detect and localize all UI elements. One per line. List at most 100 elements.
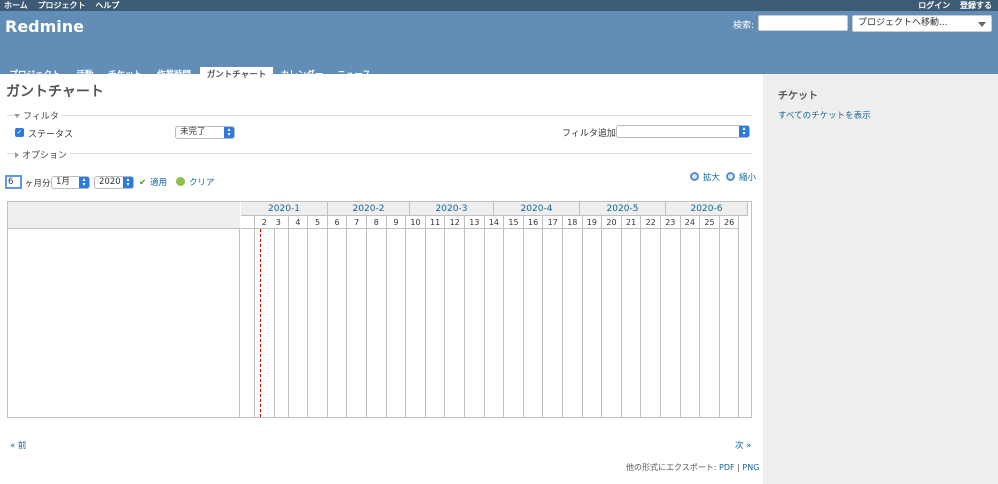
gantt-week-header: 6 xyxy=(327,216,348,229)
options-legend-label: オプション xyxy=(22,151,68,161)
apply-button[interactable]: ✔ 適用 xyxy=(139,176,167,188)
gantt-week-header: 11 xyxy=(425,216,446,229)
gantt-week-column xyxy=(504,229,524,417)
add-filter-select[interactable]: ▴ ▾ xyxy=(616,125,750,138)
gantt-week-column xyxy=(700,229,720,417)
sidebar-view-all-issues-link[interactable]: すべてのチケットを表示 xyxy=(778,109,871,121)
gantt-week-header: 22 xyxy=(641,216,661,229)
options-legend[interactable]: オプション xyxy=(15,148,71,161)
year-select-value: 2020 xyxy=(99,177,121,187)
filter-legend[interactable]: フィルタ xyxy=(14,109,62,122)
gantt-week-column xyxy=(602,229,622,417)
gantt-month-header[interactable]: 2020-5 xyxy=(580,202,666,216)
gantt-week-header xyxy=(241,216,255,229)
select-arrows-icon: ▴ ▾ xyxy=(224,127,234,138)
gantt-subjects-header xyxy=(8,202,240,229)
select-arrows-icon: ▴ ▾ xyxy=(79,177,89,188)
collapse-icon xyxy=(14,114,20,118)
status-operator-value: 未完了 xyxy=(180,127,206,137)
select-arrows-icon: ▴ ▾ xyxy=(123,177,133,188)
gantt-week-header: 25 xyxy=(700,216,720,229)
gantt-week-column xyxy=(445,229,465,417)
filter-legend-label: フィルタ xyxy=(23,112,59,122)
expand-icon xyxy=(15,152,19,158)
gantt-week-header: 14 xyxy=(484,216,505,229)
gantt-week-header: 23 xyxy=(661,216,681,229)
gantt-week-column xyxy=(641,229,661,417)
top-menu-home[interactable]: ホーム xyxy=(4,1,28,10)
project-jump-label: プロジェクトへ移動... xyxy=(858,18,948,28)
gantt-week-column xyxy=(406,229,426,417)
gantt-week-column xyxy=(426,229,446,417)
zoom-in-button[interactable]: 拡大 xyxy=(690,171,720,183)
gantt-week-header: 7 xyxy=(347,216,367,229)
gantt-week-column xyxy=(524,229,544,417)
top-menu: ホーム プロジェクト ヘルプ ログイン 登録する xyxy=(0,0,998,11)
gantt-week-column xyxy=(269,229,289,417)
top-menu-projects[interactable]: プロジェクト xyxy=(38,1,86,10)
top-menu-right: ログイン 登録する xyxy=(911,0,992,11)
gantt-week-column xyxy=(485,229,505,417)
gantt-month-header[interactable]: 2020-6 xyxy=(666,202,748,216)
gantt-week-column xyxy=(720,229,740,417)
gantt-week-header: 12 xyxy=(445,216,465,229)
gantt-week-column xyxy=(289,229,309,417)
app-logo: Redmine xyxy=(5,17,85,36)
gantt-week-column xyxy=(543,229,563,417)
gantt-week-header: 24 xyxy=(680,216,701,229)
header: Redmine 検索: プロジェクトへ移動... プロジェクト 活動 チケット … xyxy=(0,11,998,85)
status-filter-label: ステータス xyxy=(28,130,74,140)
gantt-week-header: 18 xyxy=(563,216,583,229)
page-title: ガントチャート xyxy=(6,84,104,100)
zoom-in-icon xyxy=(690,172,699,181)
gantt-week-header: 20 xyxy=(602,216,622,229)
export-pdf-link[interactable]: PDF xyxy=(719,463,735,472)
gantt-subjects xyxy=(8,202,240,417)
sidebar: チケット すべてのチケットを表示 xyxy=(763,74,998,484)
clear-button[interactable]: クリア xyxy=(176,176,215,188)
top-menu-left: ホーム プロジェクト ヘルプ xyxy=(4,0,126,11)
gantt-week-header: 10 xyxy=(406,216,426,229)
gantt-week-column xyxy=(661,229,681,417)
search-input[interactable] xyxy=(758,15,848,31)
select-arrows-icon: ▴ ▾ xyxy=(739,126,749,137)
project-jump-select[interactable]: プロジェクトへ移動... xyxy=(852,15,992,32)
chevron-down-icon xyxy=(978,22,986,27)
gantt-week-column xyxy=(622,229,642,417)
gantt-week-header: 8 xyxy=(367,216,387,229)
gantt-month-header[interactable]: 2020-2 xyxy=(328,202,410,216)
top-menu-login[interactable]: ログイン xyxy=(918,1,950,10)
zoom-out-button[interactable]: 縮小 xyxy=(726,171,756,183)
gantt-week-column xyxy=(347,229,367,417)
search-label: 検索: xyxy=(733,21,755,31)
gantt-chart: 2020-1 2020-2 2020-3 2020-4 2020-5 2020-6 2 3 4 5… xyxy=(7,201,752,418)
month-select[interactable]: 1月 ▴ ▾ xyxy=(51,176,90,189)
status-filter-checkbox[interactable]: ✓ xyxy=(15,128,24,137)
zoom-out-icon xyxy=(726,172,735,181)
content: ガントチャート フィルタ ✓ ステータス 未完了 ▴ ▾ フィルタ追加 ▴ ▾ オプ… xyxy=(0,74,763,484)
gantt-week-column xyxy=(308,229,328,417)
gantt-week-header: 9 xyxy=(386,216,407,229)
months-input[interactable]: 6 xyxy=(5,175,22,189)
gantt-month-header[interactable]: 2020-1 xyxy=(241,202,328,216)
gantt-week-header: 19 xyxy=(582,216,603,229)
next-period-link[interactable]: 次 » xyxy=(735,439,751,451)
apply-label: 適用 xyxy=(150,178,168,188)
top-menu-help[interactable]: ヘルプ xyxy=(95,1,119,10)
gantt-week-header: 26 xyxy=(719,216,740,229)
export-png-link[interactable]: PNG xyxy=(742,463,759,472)
export-separator: | xyxy=(737,463,740,472)
month-select-value: 1月 xyxy=(56,177,70,187)
gantt-week-column xyxy=(681,229,701,417)
gantt-month-header[interactable]: 2020-4 xyxy=(494,202,580,216)
year-select[interactable]: 2020 ▴ ▾ xyxy=(94,176,134,189)
checkmark-icon: ✔ xyxy=(139,178,147,188)
prev-period-link[interactable]: « 前 xyxy=(10,439,26,451)
top-menu-register[interactable]: 登録する xyxy=(960,1,992,10)
gantt-week-column xyxy=(465,229,485,417)
gantt-week-column xyxy=(563,229,583,417)
gantt-month-header[interactable]: 2020-3 xyxy=(410,202,494,216)
gantt-week-header: 21 xyxy=(621,216,642,229)
status-operator-select[interactable]: 未完了 ▴ ▾ xyxy=(175,126,235,139)
gantt-week-header: 5 xyxy=(308,216,328,229)
